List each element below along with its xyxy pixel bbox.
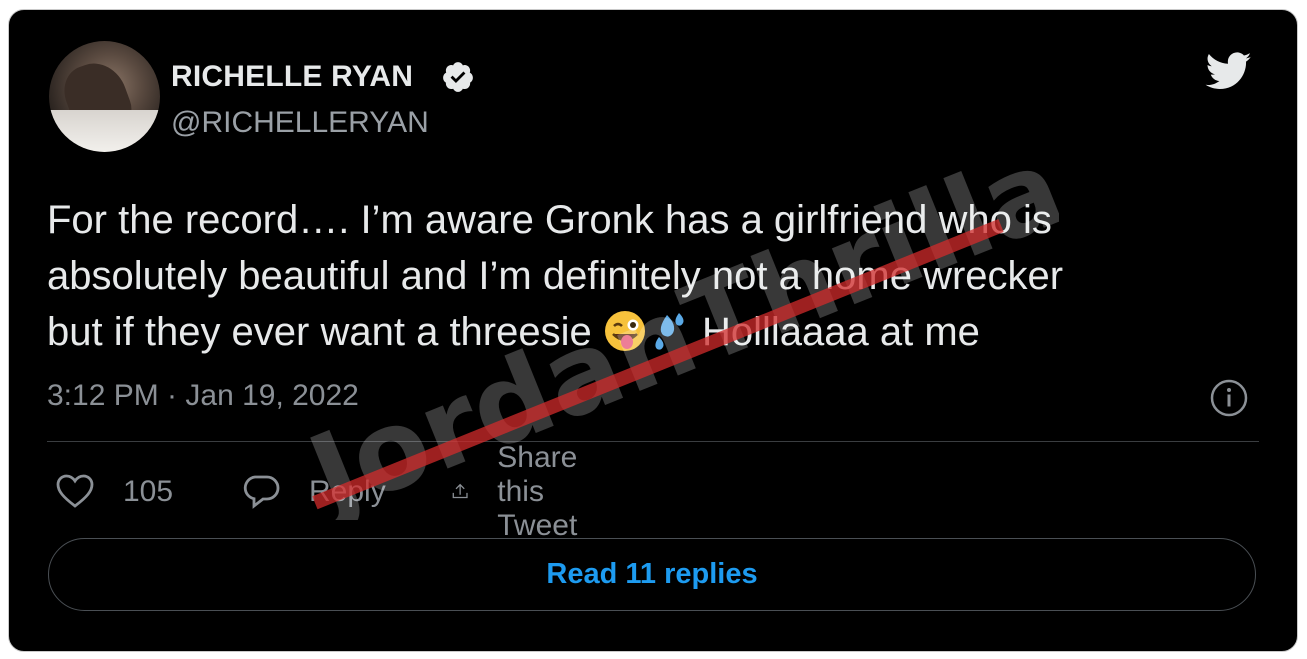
tweet-timestamp[interactable]: 3:12 PM · Jan 19, 2022 [47,379,359,413]
share-label: Share this Tweet [497,441,578,542]
share-button[interactable]: Share this Tweet [451,441,599,542]
reply-bubble-icon [243,475,280,509]
tweet-body: For the record…. I’m aware Gronk has a g… [47,192,1277,360]
tweet-body-line-3-end: Holllaaaa at me [690,310,980,354]
like-button[interactable]: 105 [55,471,173,513]
twitter-bird-icon[interactable] [1201,48,1257,94]
tweet-body-line-3-text: but if they ever want a threesie [47,310,592,354]
tweet-body-line-2: absolutely beautiful and I’m definitely … [47,254,1064,298]
reply-button[interactable]: Reply [241,471,386,513]
verified-badge-icon [443,62,473,92]
heart-icon [56,474,94,508]
sweat-droplets-emoji [655,313,684,350]
like-count: 105 [123,475,174,508]
display-name[interactable]: RICHELLE RYAN [171,60,413,94]
read-replies-button[interactable]: Read 11 replies [48,538,1256,611]
reply-label: Reply [309,475,386,508]
avatar-bed [49,110,160,152]
share-icon [452,483,468,499]
avatar[interactable] [49,41,160,152]
user-handle[interactable]: @RICHELLERYAN [171,106,429,140]
info-icon[interactable] [1208,377,1250,419]
tweet-body-line-3: but if they ever want a threesie Holllaa… [47,304,1277,360]
winking-face-with-tongue-emoji [604,311,645,351]
tweet-body-line-1: For the record…. I’m aware Gronk has a g… [47,198,1052,242]
divider [47,441,1259,442]
tweet-card: RICHELLE RYAN @RICHELLERYAN For the reco… [8,9,1298,652]
